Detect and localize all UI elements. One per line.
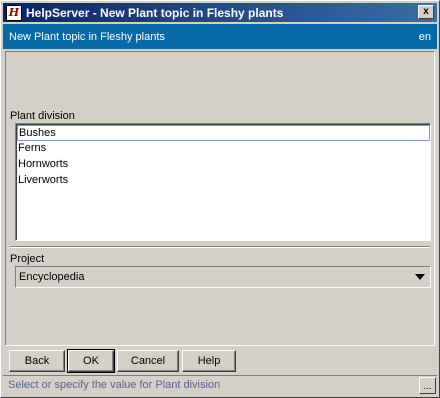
form-panel: Plant division Bushes Ferns Hornworts Li… <box>5 51 435 346</box>
project-selected-value: Encyclopedia <box>19 271 85 283</box>
section-divider <box>10 246 430 248</box>
button-bar: Back OK Cancel Help <box>9 349 236 373</box>
header-subtitle: New Plant topic in Fleshy plants <box>9 30 165 43</box>
language-indicator[interactable]: en <box>419 31 431 43</box>
title-bar[interactable]: H HelpServer - New Plant topic in Fleshy… <box>3 3 437 22</box>
list-item[interactable]: Hornworts <box>17 157 430 173</box>
project-label: Project <box>10 253 45 265</box>
status-more-button[interactable]: ... <box>419 377 436 394</box>
plant-division-list[interactable]: Bushes Ferns Hornworts Liverworts <box>15 123 431 241</box>
list-item[interactable]: Bushes <box>17 125 430 141</box>
list-item[interactable]: Liverworts <box>17 173 430 189</box>
helpserver-app-icon: H <box>6 4 22 21</box>
cancel-button[interactable]: Cancel <box>117 350 179 372</box>
chevron-down-icon[interactable] <box>412 268 428 286</box>
window-title: HelpServer - New Plant topic in Fleshy p… <box>26 5 284 20</box>
help-button[interactable]: Help <box>182 350 236 372</box>
ok-button[interactable]: OK <box>67 349 115 373</box>
project-dropdown[interactable]: Encyclopedia <box>15 266 431 288</box>
close-button[interactable]: x <box>418 5 434 19</box>
list-item[interactable]: Ferns <box>17 141 430 157</box>
plant-division-label: Plant division <box>10 110 75 122</box>
back-button[interactable]: Back <box>9 350 65 372</box>
status-message: Select or specify the value for Plant di… <box>8 379 221 391</box>
status-bar: Select or specify the value for Plant di… <box>3 375 437 395</box>
dialog-window: H HelpServer - New Plant topic in Fleshy… <box>0 0 440 398</box>
header-band: New Plant topic in Fleshy plants en <box>3 24 437 49</box>
